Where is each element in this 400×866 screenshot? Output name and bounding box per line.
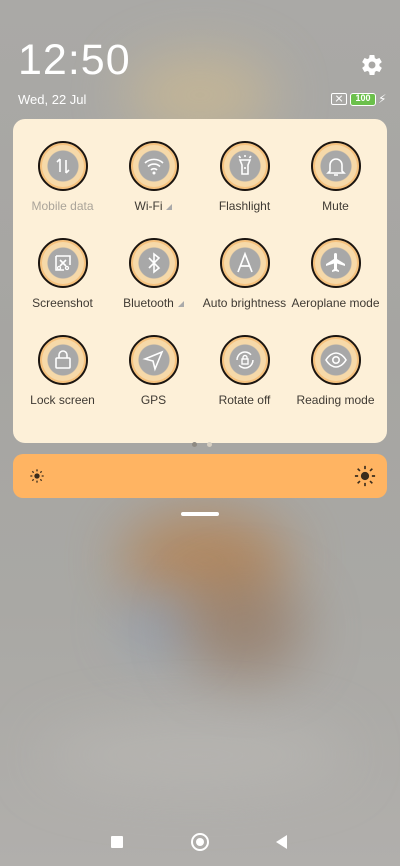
wifi-button[interactable] [128, 141, 179, 191]
reading-mode-button[interactable] [310, 335, 361, 385]
home-button[interactable] [191, 833, 209, 851]
auto-brightness-icon [236, 251, 253, 273]
page-dot-1[interactable] [192, 442, 197, 447]
bluetooth-button[interactable] [128, 238, 179, 288]
panel-drag-handle[interactable] [181, 512, 219, 516]
screenshot-button[interactable] [37, 238, 88, 288]
toggle-screenshot[interactable]: Screenshot [16, 238, 109, 330]
page-indicator [189, 434, 215, 452]
flashlight-button[interactable] [219, 141, 270, 191]
bluetooth-icon [147, 252, 160, 274]
gear-icon[interactable] [360, 53, 384, 77]
expand-triangle-icon[interactable] [177, 301, 184, 307]
date-label: Wed, 22 Jul [18, 92, 87, 107]
eye-icon [324, 352, 347, 368]
toggle-lock-screen[interactable]: Lock screen [16, 335, 109, 427]
mobile-data-icon [55, 158, 70, 174]
status-bar: 12:50 Wed, 22 Jul 100 ⚡ [0, 0, 400, 118]
wifi-icon [143, 158, 164, 175]
rotate-lock-icon [235, 351, 254, 369]
aeroplane-icon [325, 253, 345, 272]
page-dot-2[interactable] [207, 442, 213, 447]
toggle-mute[interactable]: Mute [289, 141, 382, 233]
no-sim-icon [331, 93, 347, 105]
toggle-auto-brightness[interactable]: Auto brightness [198, 238, 291, 330]
lock-screen-button[interactable] [37, 335, 88, 385]
back-button[interactable] [276, 835, 287, 849]
reading-mode-label: Reading mode [296, 393, 375, 407]
mute-button[interactable] [310, 141, 361, 191]
auto-brightness-button[interactable] [219, 238, 270, 288]
aeroplane-mode-label: Aeroplane mode [291, 296, 380, 310]
lock-icon [54, 350, 71, 369]
charging-icon: ⚡ [378, 92, 387, 106]
toggle-mobile-data[interactable]: Mobile data [16, 141, 109, 233]
quick-settings-panel: Mobile data Wi-Fi Flashlight Mute Screen… [13, 119, 387, 447]
recents-button[interactable] [111, 836, 123, 848]
navigation-bar [0, 826, 400, 858]
mobile-data-button[interactable] [37, 141, 88, 191]
sun-small-icon [30, 469, 44, 483]
screenshot-icon [54, 255, 71, 271]
toggle-reading-mode[interactable]: Reading mode [289, 335, 382, 427]
sun-large-icon [354, 465, 376, 487]
battery-icon: 100 [350, 93, 376, 106]
toggle-gps[interactable]: GPS [107, 335, 200, 427]
aeroplane-button[interactable] [310, 238, 361, 288]
mute-label: Mute [322, 199, 349, 213]
flashlight-icon [237, 155, 252, 175]
clock: 12:50 [18, 36, 131, 84]
expand-triangle-icon[interactable] [166, 204, 173, 210]
rotate-button[interactable] [219, 335, 270, 385]
toggle-wifi[interactable]: Wi-Fi [107, 141, 200, 233]
location-arrow-icon [141, 350, 163, 372]
toggle-flashlight[interactable]: Flashlight [198, 141, 291, 233]
brightness-slider[interactable] [13, 454, 387, 498]
gps-button[interactable] [128, 335, 179, 385]
toggle-rotate-off[interactable]: Rotate off [198, 335, 291, 427]
toggle-aeroplane-mode[interactable]: Aeroplane mode [289, 238, 382, 330]
bell-icon [325, 158, 346, 176]
toggle-bluetooth[interactable]: Bluetooth [107, 238, 200, 330]
